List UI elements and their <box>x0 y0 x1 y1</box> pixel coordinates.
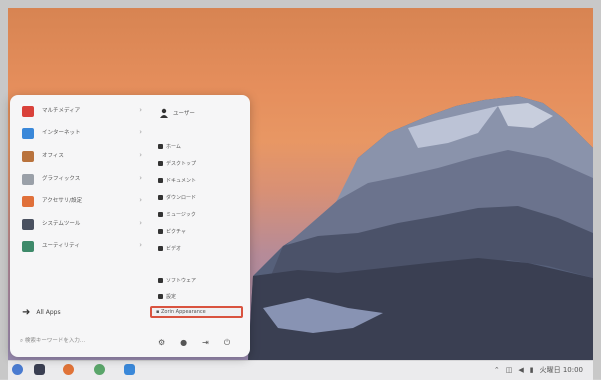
search-icon: ⌕ <box>20 338 24 344</box>
software-item[interactable]: ソフトウェア <box>158 277 196 287</box>
power-row: ⚙ ● ⇥ ⏻ <box>158 338 230 348</box>
zorin-menu-icon[interactable] <box>12 364 23 375</box>
terminal-icon[interactable] <box>34 364 45 375</box>
documents-icon <box>158 178 163 183</box>
taskbar: ⌃ ◫ ◀ ▮ 火曜日 10:00 <box>8 360 593 380</box>
clock[interactable]: 火曜日 10:00 <box>540 365 583 375</box>
chevron-right-icon: › <box>139 174 142 182</box>
start-menu: マルチメディア › インターネット › オフィス › グラフィックス › アクセ… <box>10 95 250 357</box>
category-internet[interactable]: インターネット › <box>20 127 142 141</box>
gear-icon <box>158 294 163 299</box>
chevron-right-icon: › <box>139 106 142 114</box>
category-office[interactable]: オフィス › <box>20 150 142 164</box>
user-name[interactable]: ユーザー <box>173 109 195 117</box>
category-accessories[interactable]: アクセサリ/設定 › <box>20 195 142 209</box>
place-videos[interactable]: ビデオ <box>158 245 181 255</box>
software-icon <box>158 278 163 283</box>
network-icon[interactable]: ◫ <box>506 366 513 374</box>
firefox-icon[interactable] <box>63 364 74 375</box>
category-multimedia[interactable]: マルチメディア › <box>20 105 142 119</box>
chevron-right-icon: › <box>139 219 142 227</box>
all-apps-button[interactable]: ➜ All Apps <box>22 307 61 318</box>
place-desktop[interactable]: デスクトップ <box>158 160 196 170</box>
chrome-icon[interactable] <box>94 364 105 375</box>
place-documents[interactable]: ドキュメント <box>158 177 196 187</box>
category-system-tools[interactable]: システムツール › <box>20 218 142 232</box>
home-icon <box>158 144 163 149</box>
user-icon <box>160 108 168 118</box>
place-music[interactable]: ミュージック <box>158 211 196 221</box>
category-utilities[interactable]: ユーティリティ › <box>20 240 142 254</box>
office-icon <box>22 151 34 162</box>
settings-item[interactable]: 設定 <box>158 293 176 303</box>
accessories-icon <box>22 196 34 207</box>
power-icon[interactable]: ⏻ <box>224 338 230 348</box>
desktop-icon <box>158 161 163 166</box>
chevron-right-icon: › <box>139 128 142 136</box>
lock-icon[interactable]: ● <box>180 338 187 348</box>
logout-icon[interactable]: ⇥ <box>202 338 209 348</box>
chevron-right-icon: › <box>139 196 142 204</box>
place-pictures[interactable]: ピクチャ <box>158 228 186 238</box>
multimedia-icon <box>22 106 34 117</box>
pictures-icon <box>158 229 163 234</box>
category-graphics[interactable]: グラフィックス › <box>20 173 142 187</box>
system-tray[interactable]: ⌃ ◫ ◀ ▮ 火曜日 10:00 <box>494 365 583 375</box>
chevron-right-icon: › <box>139 241 142 249</box>
arrow-right-icon: ➜ <box>22 307 31 318</box>
files-icon[interactable] <box>124 364 135 375</box>
settings-icon[interactable]: ⚙ <box>158 338 165 348</box>
system-tools-icon <box>22 219 34 230</box>
graphics-icon <box>22 174 34 185</box>
download-icon <box>158 195 163 200</box>
zorin-appearance-item[interactable]: ▪ Zorin Appearance <box>150 306 243 318</box>
notification-icon[interactable]: ⌃ <box>494 366 500 374</box>
volume-icon[interactable]: ◀ <box>518 366 523 374</box>
chevron-right-icon: › <box>139 151 142 159</box>
place-downloads[interactable]: ダウンロード <box>158 194 196 204</box>
search-input[interactable]: ⌕ 検索キーワードを入力... <box>20 335 136 347</box>
battery-icon[interactable]: ▮ <box>530 366 534 374</box>
internet-icon <box>22 128 34 139</box>
videos-icon <box>158 246 163 251</box>
utilities-icon <box>22 241 34 252</box>
music-icon <box>158 212 163 217</box>
screen: ⌃ ◫ ◀ ▮ 火曜日 10:00 マルチメディア › インターネット › オフ… <box>0 0 601 380</box>
place-home[interactable]: ホーム <box>158 143 181 153</box>
